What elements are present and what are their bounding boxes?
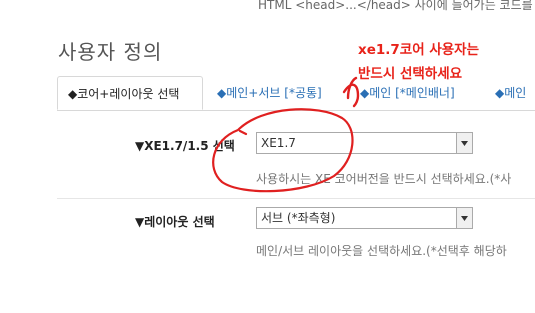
top-note: HTML <head>...</head> 사이에 들어가는 코드를 xyxy=(258,0,533,12)
core-version-row: ▼XE1.7/1.5 선택 XE1.7 사용하시는 XE 코어버전을 반드시 선… xyxy=(57,112,535,199)
tab-main-sub-common[interactable]: ◆메인+서브 [*공통] xyxy=(217,76,322,110)
core-version-label: ▼XE1.7/1.5 선택 xyxy=(135,139,235,153)
annotation-line-1: xe1.7코어 사용자는 xyxy=(358,42,479,58)
handwritten-annotation: xe1.7코어 사용자는 반드시 선택하세요 xyxy=(358,38,528,86)
section-title: 사용자 정의 xyxy=(58,40,163,64)
tab-core-layout[interactable]: ◆코어+레이아웃 선택 xyxy=(57,76,203,110)
core-version-help: 사용하시는 XE 코어버전을 반드시 선택하세요.(*사 xyxy=(256,172,512,186)
annotation-line-2: 반드시 선택하세요 xyxy=(358,66,463,82)
layout-value: 서브 (*좌측형) xyxy=(261,211,336,225)
layout-label: ▼레이아웃 선택 xyxy=(135,215,215,229)
chevron-down-icon[interactable] xyxy=(456,208,472,228)
layout-help: 메인/서브 레이아웃을 선택하세요.(*선택후 해당하 xyxy=(256,244,507,258)
core-version-value: XE1.7 xyxy=(261,136,296,150)
chevron-down-icon[interactable] xyxy=(456,133,472,153)
layout-row: ▼레이아웃 선택 서브 (*좌측형) 메인/서브 레이아웃을 선택하세요.(*선… xyxy=(57,199,535,269)
layout-select[interactable]: 서브 (*좌측형) xyxy=(256,207,473,229)
core-version-select[interactable]: XE1.7 xyxy=(256,132,473,154)
